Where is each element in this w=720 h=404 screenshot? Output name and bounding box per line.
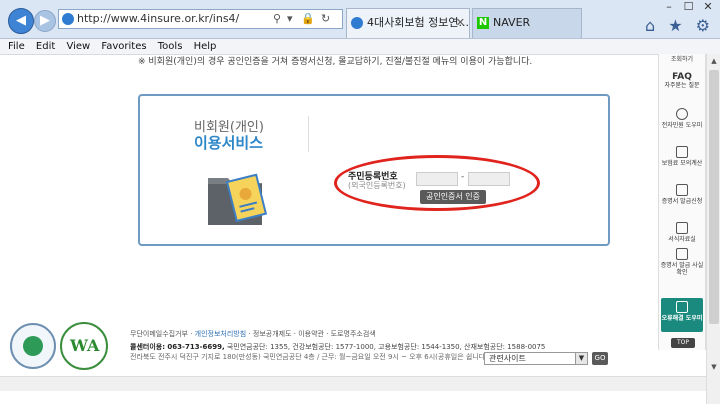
footer-links: 무단이메일수집거부 · 개인정보처리방침 · 정보공개제도 · 이용약관 · 도… [130,330,376,338]
headset-icon [676,108,688,120]
download-icon [676,222,688,234]
menu-edit[interactable]: Edit [36,39,55,54]
red-highlight-circle [334,155,540,211]
lock-icon: 🔒 [301,12,315,25]
quick-item-form-library[interactable]: 서식자료실 [659,222,705,243]
web-accessibility-logo: WA [60,322,108,370]
quick-item-faq[interactable]: FAQ 자주묻는 질문 [659,72,705,89]
notice-text: ※ 비회원(개인)의 경우 공인인증을 거쳐 증명서신청, 몰교답하기, 진절/… [138,57,533,67]
quick-item-label: 조회하기 [670,56,694,63]
address-url[interactable]: http://www.4insure.or.kr/ins4/ [77,12,239,25]
vertical-scrollbar[interactable]: ▲ ▼ [706,54,720,404]
address-bar[interactable]: http://www.4insure.or.kr/ins4/ ⚲ ▾ 🔒 ↻ [58,9,343,29]
naver-icon: N [477,17,489,29]
callcenter-detail: 국민연금공단: 1355, 건강보험공단: 1577-1000, 고용보험공단:… [226,343,546,351]
toolbar-icons[interactable]: ⌂ ★ ⚙ [645,16,714,35]
quick-item-e-civil-help[interactable]: 전자민원 도우미 [659,108,705,129]
footer-link[interactable]: 정보공개제도 [253,330,292,338]
quick-item-label: 오류해결 도우미 [661,315,703,322]
close-window-button[interactable]: ✕ [700,0,716,13]
menu-file[interactable]: File [8,39,25,54]
footer-link[interactable]: 무단이메일수집거부 [130,330,188,338]
divider [308,116,309,152]
footer-link[interactable]: 개인정보처리방침 [195,330,247,338]
service-title-line2: 이용서비스 [194,134,264,152]
search-icon[interactable]: ⚲ [273,12,281,25]
footer-link[interactable]: 이용약관 [298,330,324,338]
callcenter-label: 콜센터이용: 063-713-6699, [130,343,225,351]
tab-naver[interactable]: N NAVER [472,8,582,38]
site-favicon-icon [62,13,74,25]
quick-item-premium-calc[interactable]: 보험료 모의계산 [659,146,705,167]
quick-item-cert-verify[interactable]: 증명서 발급 사실 확인 [659,248,705,276]
back-button[interactable]: ◀ [8,8,34,34]
stamp-icon [676,248,688,260]
menu-help[interactable]: Help [194,39,217,54]
related-sites-value: 관련사이트 [489,354,526,363]
minimize-button[interactable]: – [661,0,677,13]
quick-item-label: 증명서 발급신청 [661,198,703,205]
quick-item-lookup[interactable]: 조회하기 [659,56,705,63]
go-button[interactable]: GO [592,352,608,365]
menu-bar: File Edit View Favorites Tools Help [0,39,720,55]
quick-item-label: 자주묻는 질문 [664,82,700,89]
forward-button[interactable]: ▶ [34,10,56,32]
quick-item-error-help[interactable]: 오류해결 도우미 [661,298,703,332]
scroll-thumb[interactable] [709,70,719,324]
faq-text: FAQ [672,72,692,82]
dropdown-icon[interactable]: ▾ [287,12,293,25]
tab-4insure[interactable]: 4대사회보험 정보연... ✕ [346,8,470,38]
close-tab-icon[interactable]: ✕ [456,9,465,37]
wa-logo-text: WA [70,336,100,355]
calculator-icon [676,146,688,158]
quick-menu-sidebar: 조회하기 FAQ 자주묻는 질문 전자민원 도우미 보험료 모의계산 증명서 발… [658,54,706,350]
alert-icon [676,301,688,313]
menu-view[interactable]: View [66,39,90,54]
tab-label: 4대사회보험 정보연... [367,16,469,29]
horizontal-scrollbar[interactable] [0,376,706,391]
quick-item-label: 서식자료실 [668,236,696,243]
footer-contact: 콜센터이용: 063-713-6699, 국민연금공단: 1355, 건강보험공… [130,342,545,352]
folder-certificate-icon [208,173,268,225]
chevron-down-icon: ▼ [575,353,587,364]
related-sites-select[interactable]: 관련사이트 ▼ [484,352,588,365]
top-button[interactable]: TOP [671,338,695,348]
quick-item-label: 증명서 발급 사실 확인 [660,262,704,276]
refresh-icon[interactable]: ↻ [321,12,330,25]
privacy-certification-logo [10,323,56,369]
quick-item-label: 보험료 모의계산 [661,160,703,167]
scroll-up-icon[interactable]: ▲ [707,54,720,68]
menu-tools[interactable]: Tools [158,39,183,54]
footer-address: 전라북도 전주시 덕진구 기지로 180(만성동) 국민연금공단 4층 / 근무… [130,353,488,361]
window-controls: – ☐ ✕ [661,0,716,13]
tab-label: NAVER [493,16,531,29]
maximize-button[interactable]: ☐ [681,0,697,13]
document-icon [676,184,688,196]
scroll-down-icon[interactable]: ▼ [707,360,720,374]
browser-titlebar: ◀ ▶ http://www.4insure.or.kr/ins4/ ⚲ ▾ 🔒… [0,0,720,39]
tab-favicon-icon [351,17,363,29]
footer-link[interactable]: 도로명주소검색 [331,330,376,338]
quick-item-cert-request[interactable]: 증명서 발급신청 [659,184,705,205]
menu-favorites[interactable]: Favorites [101,39,146,54]
quick-item-label: 전자민원 도우미 [661,122,703,129]
